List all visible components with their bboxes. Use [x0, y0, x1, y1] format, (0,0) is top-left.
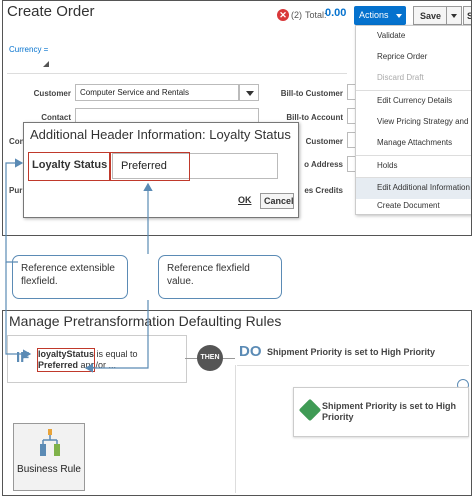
menu-item-view-pricing-strategy[interactable]: View Pricing Strategy and S	[356, 112, 471, 133]
divider	[7, 73, 347, 74]
error-icon[interactable]: ✕	[277, 9, 289, 21]
do-label: DO	[239, 343, 262, 360]
customer-dropdown-button[interactable]	[239, 84, 259, 101]
loyalty-status-dialog: Additional Header Information: Loyalty S…	[23, 122, 299, 218]
business-rule-label: Business Rule	[17, 464, 81, 475]
rules-title: Manage Pretransformation Defaulting Rule…	[9, 313, 282, 329]
menu-item-create-document[interactable]: Create Document	[356, 196, 471, 214]
then-badge: THEN	[197, 345, 223, 371]
menu-item-discard-draft: Discard Draft	[377, 73, 424, 82]
if-label: IF	[16, 349, 30, 366]
menu-item-holds[interactable]: Holds	[356, 156, 471, 177]
cancel-button[interactable]: Cancel	[260, 193, 294, 209]
action-card-text: Shipment Priority is set to High Priorit…	[322, 401, 457, 422]
save-button[interactable]: Save	[413, 6, 447, 25]
ship-to-address-label: o Address	[304, 160, 343, 169]
highlight-box-condition	[37, 348, 95, 372]
menu-item-manage-attachments[interactable]: Manage Attachments	[356, 133, 471, 154]
bill-to-account-label: Bill-to Account	[286, 113, 343, 122]
purchase-order-label: Pur	[9, 186, 23, 195]
page-title: Create Order	[7, 3, 95, 20]
ok-button[interactable]: OK	[238, 195, 252, 205]
sales-credits-label: es Credits	[304, 186, 343, 195]
actions-button-label: Actions	[359, 10, 389, 20]
tag-icon	[298, 398, 322, 422]
if-condition-box[interactable]: IF loyaltyStatus is equal to Preferred a…	[7, 335, 187, 383]
divider	[237, 365, 469, 366]
actions-menu: Validate Reprice Order Discard Draft Edi…	[355, 25, 471, 215]
highlight-box-label	[28, 152, 110, 181]
customer-label: Customer	[33, 89, 71, 98]
if-operator: is equal to	[94, 349, 138, 359]
contact-label: Contact	[41, 113, 71, 122]
action-card[interactable]: Shipment Priority is set to High Priorit…	[293, 387, 469, 437]
create-order-panel: Create Order ✕ (2) Total: 0.00 Actions S…	[2, 0, 472, 236]
menu-item-validate[interactable]: Validate	[356, 26, 471, 47]
total-label: Total:	[305, 10, 327, 20]
divider	[235, 365, 236, 493]
dialog-title: Additional Header Information: Loyalty S…	[30, 127, 291, 142]
menu-item-edit-currency-details[interactable]: Edit Currency Details	[356, 91, 471, 112]
save-menu-button[interactable]	[446, 6, 462, 25]
defaulting-rules-panel: Manage Pretransformation Defaulting Rule…	[2, 310, 472, 496]
ship-to-customer-label: Customer	[305, 137, 343, 146]
callout-extensible-flexfield: Reference extensible flexfield.	[12, 255, 128, 299]
collapse-icon[interactable]	[43, 61, 49, 67]
chevron-down-icon	[246, 91, 254, 96]
chevron-down-icon	[396, 14, 402, 18]
actions-button[interactable]: Actions	[354, 6, 406, 25]
highlight-box-value	[110, 152, 190, 181]
currency-link[interactable]: Currency =	[9, 45, 48, 54]
bill-to-customer-label: Bill-to Customer	[280, 89, 343, 98]
customer-field[interactable]: Computer Service and Rentals	[75, 84, 239, 101]
submit-button[interactable]: S	[463, 6, 471, 25]
business-rule-icon	[40, 429, 60, 456]
business-rule-button[interactable]: Business Rule	[13, 423, 85, 491]
menu-item-reprice-order[interactable]: Reprice Order	[356, 47, 471, 68]
error-count[interactable]: (2)	[291, 10, 302, 20]
total-value: 0.00	[325, 7, 347, 19]
chevron-down-icon	[451, 14, 457, 18]
callout-flexfield-value: Reference flexfield value.	[158, 255, 282, 299]
do-summary: Shipment Priority is set to High Priorit…	[267, 347, 436, 357]
